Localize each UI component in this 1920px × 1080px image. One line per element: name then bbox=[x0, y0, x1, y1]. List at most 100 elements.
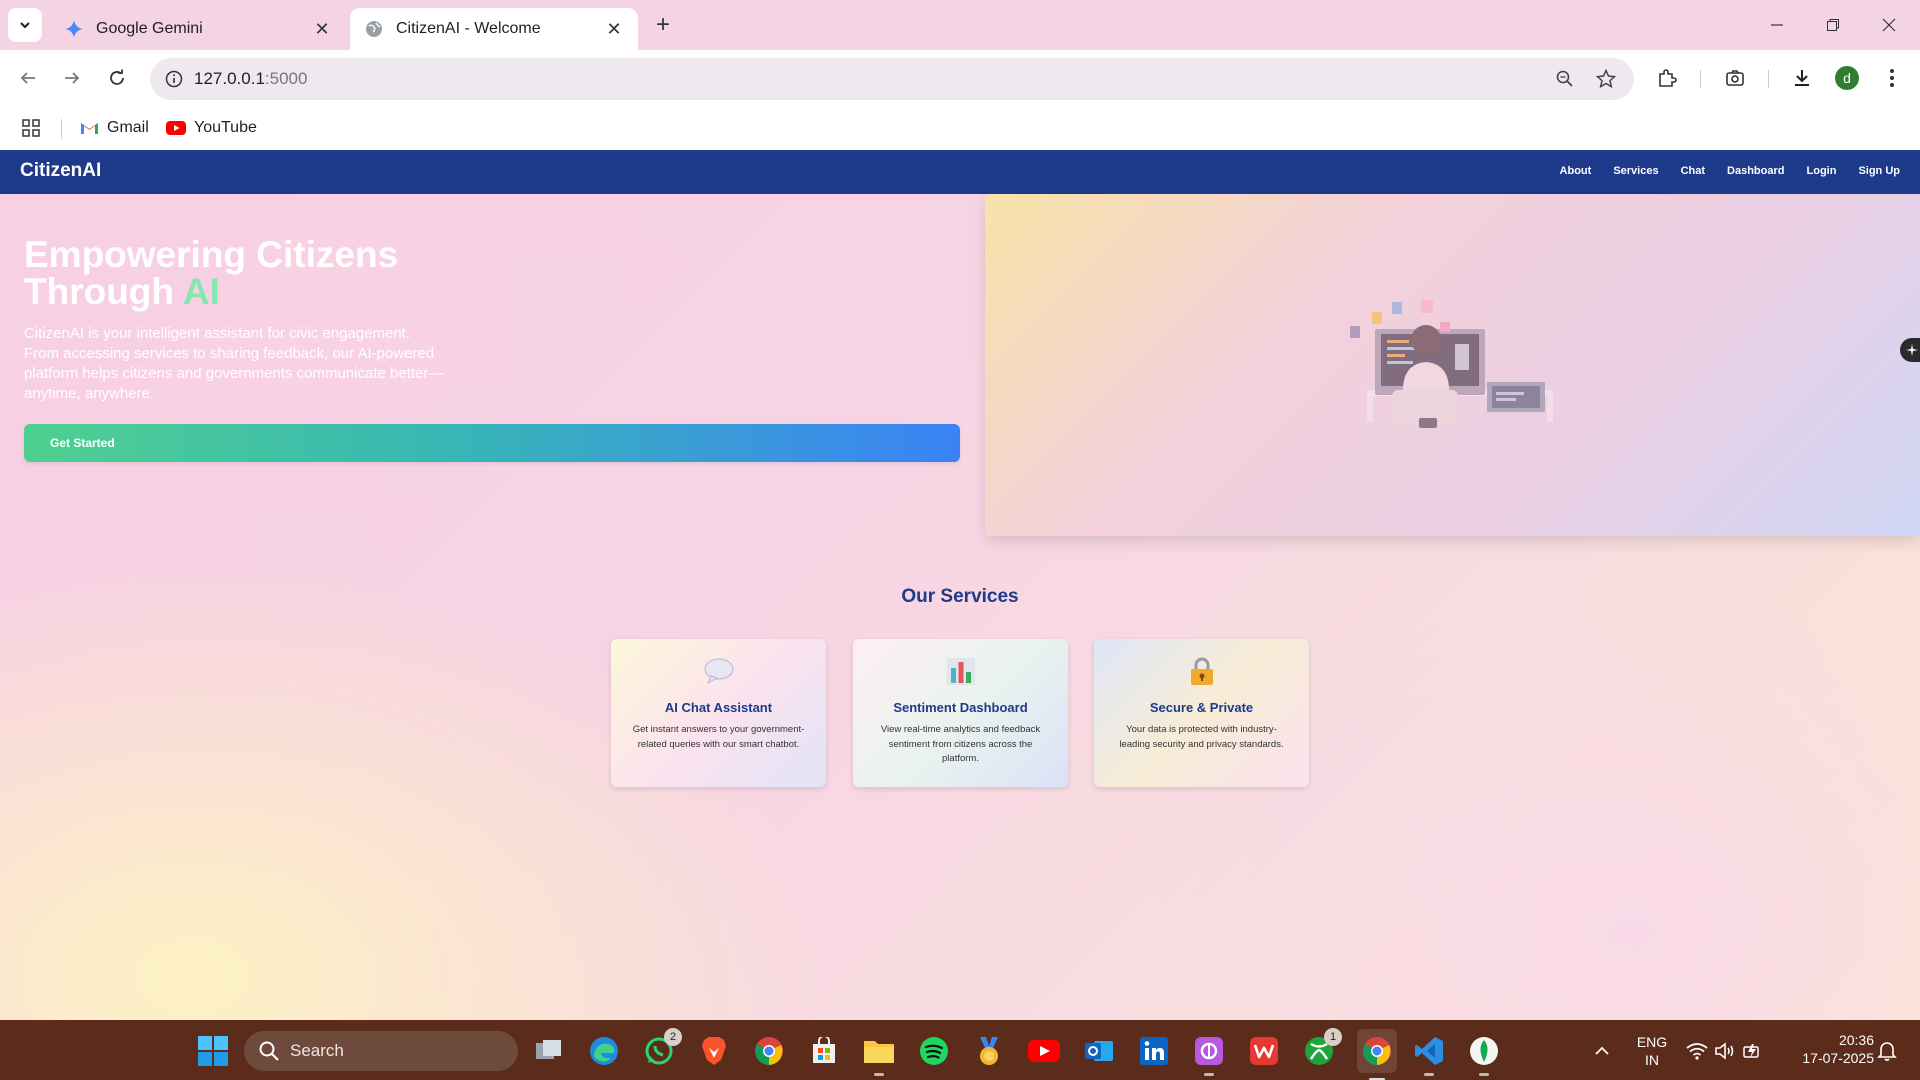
folder-icon bbox=[864, 1041, 894, 1063]
browser-toolbar: 127.0.0.1:5000 d bbox=[0, 50, 1920, 106]
site-logo[interactable]: CitizenAI bbox=[20, 160, 101, 182]
notifications-button[interactable] bbox=[1870, 1034, 1904, 1068]
service-card-sentiment[interactable]: Sentiment Dashboard View real-time analy… bbox=[853, 639, 1068, 787]
running-indicator bbox=[1479, 1073, 1489, 1076]
site-nav-links: About Services Chat Dashboard Login Sign… bbox=[1560, 165, 1900, 177]
clock[interactable]: 20:36 17-07-2025 bbox=[1784, 1031, 1874, 1067]
camera-icon bbox=[1726, 70, 1744, 86]
reload-icon bbox=[110, 69, 124, 85]
hero-illustration bbox=[985, 194, 1920, 536]
minimize-button[interactable] bbox=[1750, 0, 1804, 50]
nav-services[interactable]: Services bbox=[1613, 165, 1658, 177]
tab-search-button[interactable] bbox=[8, 8, 42, 42]
taskbar-wps[interactable] bbox=[1247, 1034, 1281, 1068]
service-description: Get instant answers to your government-r… bbox=[632, 724, 805, 750]
taskbar-medal-app[interactable] bbox=[972, 1034, 1006, 1068]
site-navbar: CitizenAI About Services Chat Dashboard … bbox=[0, 150, 1920, 194]
brave-icon bbox=[702, 1037, 726, 1065]
downloads-button[interactable] bbox=[1786, 62, 1818, 94]
battery-charging-icon bbox=[1743, 1044, 1759, 1058]
notification-badge: 1 bbox=[1324, 1028, 1342, 1046]
side-panel-handle[interactable] bbox=[1900, 338, 1920, 362]
service-card-ai-chat[interactable]: AI Chat Assistant Get instant answers to… bbox=[611, 639, 826, 787]
restore-icon bbox=[1827, 19, 1839, 31]
nav-about[interactable]: About bbox=[1560, 165, 1592, 177]
bookmark-label: YouTube bbox=[194, 119, 257, 136]
chevron-down-icon bbox=[20, 22, 30, 29]
menu-button[interactable] bbox=[1876, 62, 1908, 94]
tab-title: CitizenAI - Welcome bbox=[396, 20, 541, 37]
running-indicator bbox=[874, 1073, 884, 1076]
taskbar-youtube[interactable] bbox=[1027, 1034, 1061, 1068]
apps-button[interactable] bbox=[22, 116, 40, 140]
extensions-button[interactable] bbox=[1651, 62, 1683, 94]
arrow-right-icon bbox=[65, 72, 80, 84]
clock-date: 17-07-2025 bbox=[1802, 1050, 1874, 1066]
restore-button[interactable] bbox=[1806, 0, 1860, 50]
hero-title: Empowering Citizens Through AI bbox=[24, 234, 399, 312]
taskbar-chrome[interactable] bbox=[752, 1034, 786, 1068]
site-info-icon[interactable] bbox=[154, 70, 194, 88]
tab-title: Google Gemini bbox=[96, 20, 203, 37]
profile-avatar[interactable]: d bbox=[1835, 66, 1859, 90]
tab-citizenai[interactable]: CitizenAI - Welcome ✕ bbox=[350, 8, 638, 50]
get-started-button[interactable]: Get Started bbox=[24, 424, 960, 462]
bookmark-gmail[interactable]: Gmail bbox=[80, 116, 149, 140]
bookmark-star-icon[interactable] bbox=[1592, 65, 1620, 93]
new-tab-button[interactable]: + bbox=[648, 10, 678, 40]
back-button[interactable] bbox=[10, 60, 46, 96]
taskbar-edge[interactable] bbox=[587, 1034, 621, 1068]
screenshot-button[interactable] bbox=[1719, 62, 1751, 94]
hero-title-accent: AI bbox=[182, 271, 220, 312]
bookmarks-bar: Gmail YouTube bbox=[0, 106, 1920, 150]
forward-button[interactable] bbox=[54, 60, 90, 96]
taskbar-xbox[interactable]: 1 bbox=[1302, 1028, 1342, 1068]
taskbar-whatsapp[interactable]: 2 bbox=[642, 1028, 682, 1068]
nav-chat[interactable]: Chat bbox=[1681, 165, 1705, 177]
taskbar-spotify[interactable] bbox=[917, 1034, 951, 1068]
arrow-left-icon bbox=[20, 72, 35, 84]
close-icon[interactable]: ✕ bbox=[312, 19, 332, 39]
reload-button[interactable] bbox=[99, 60, 135, 96]
download-icon bbox=[1795, 70, 1809, 86]
taskbar-linkedin[interactable] bbox=[1137, 1034, 1171, 1068]
close-icon bbox=[1882, 18, 1896, 32]
medal-icon bbox=[980, 1037, 998, 1065]
windows-taskbar: Search 2 1 ENG IN 20:36 17-07-2025 bbox=[0, 1020, 1920, 1080]
gmail-icon bbox=[80, 121, 99, 135]
taskbar-file-explorer[interactable] bbox=[862, 1034, 896, 1076]
taskbar-outlook[interactable] bbox=[1082, 1034, 1116, 1068]
taskbar-arc-app[interactable] bbox=[1192, 1034, 1226, 1076]
tab-strip: Google Gemini ✕ CitizenAI - Welcome ✕ + bbox=[0, 0, 1920, 50]
taskbar-store[interactable] bbox=[807, 1034, 841, 1068]
tab-google-gemini[interactable]: Google Gemini ✕ bbox=[50, 8, 346, 50]
taskbar-vscode[interactable] bbox=[1412, 1034, 1446, 1076]
service-card-secure[interactable]: Secure & Private Your data is protected … bbox=[1094, 639, 1309, 787]
service-title: AI Chat Assistant bbox=[664, 700, 773, 715]
taskbar-chrome-profile[interactable] bbox=[1357, 1029, 1397, 1080]
nav-dashboard[interactable]: Dashboard bbox=[1727, 165, 1784, 177]
hero-description: CitizenAI is your intelligent assistant … bbox=[24, 325, 444, 402]
battery-status[interactable] bbox=[1737, 1034, 1771, 1068]
task-view-button[interactable] bbox=[532, 1034, 566, 1068]
show-hidden-icons-button[interactable] bbox=[1585, 1034, 1619, 1068]
nav-login[interactable]: Login bbox=[1807, 165, 1837, 177]
gemini-icon bbox=[64, 19, 84, 39]
bookmarks-divider bbox=[61, 119, 62, 139]
linkedin-icon bbox=[1140, 1037, 1168, 1065]
taskbar-mongodb-compass[interactable] bbox=[1467, 1034, 1501, 1076]
nav-signup[interactable]: Sign Up bbox=[1858, 165, 1900, 177]
start-button[interactable] bbox=[196, 1034, 230, 1068]
minimize-icon bbox=[1771, 24, 1783, 26]
taskbar-brave[interactable] bbox=[697, 1034, 731, 1068]
language-indicator[interactable]: ENG IN bbox=[1630, 1033, 1674, 1069]
spotify-icon bbox=[920, 1037, 948, 1065]
bell-icon bbox=[1877, 1042, 1897, 1061]
close-window-button[interactable] bbox=[1862, 0, 1916, 50]
zoom-icon[interactable] bbox=[1551, 65, 1579, 93]
bookmark-youtube[interactable]: YouTube bbox=[166, 116, 257, 140]
running-indicator bbox=[1204, 1073, 1214, 1076]
taskbar-search[interactable]: Search bbox=[244, 1031, 518, 1071]
close-icon[interactable]: ✕ bbox=[604, 19, 624, 39]
address-bar[interactable]: 127.0.0.1:5000 bbox=[150, 58, 1634, 100]
